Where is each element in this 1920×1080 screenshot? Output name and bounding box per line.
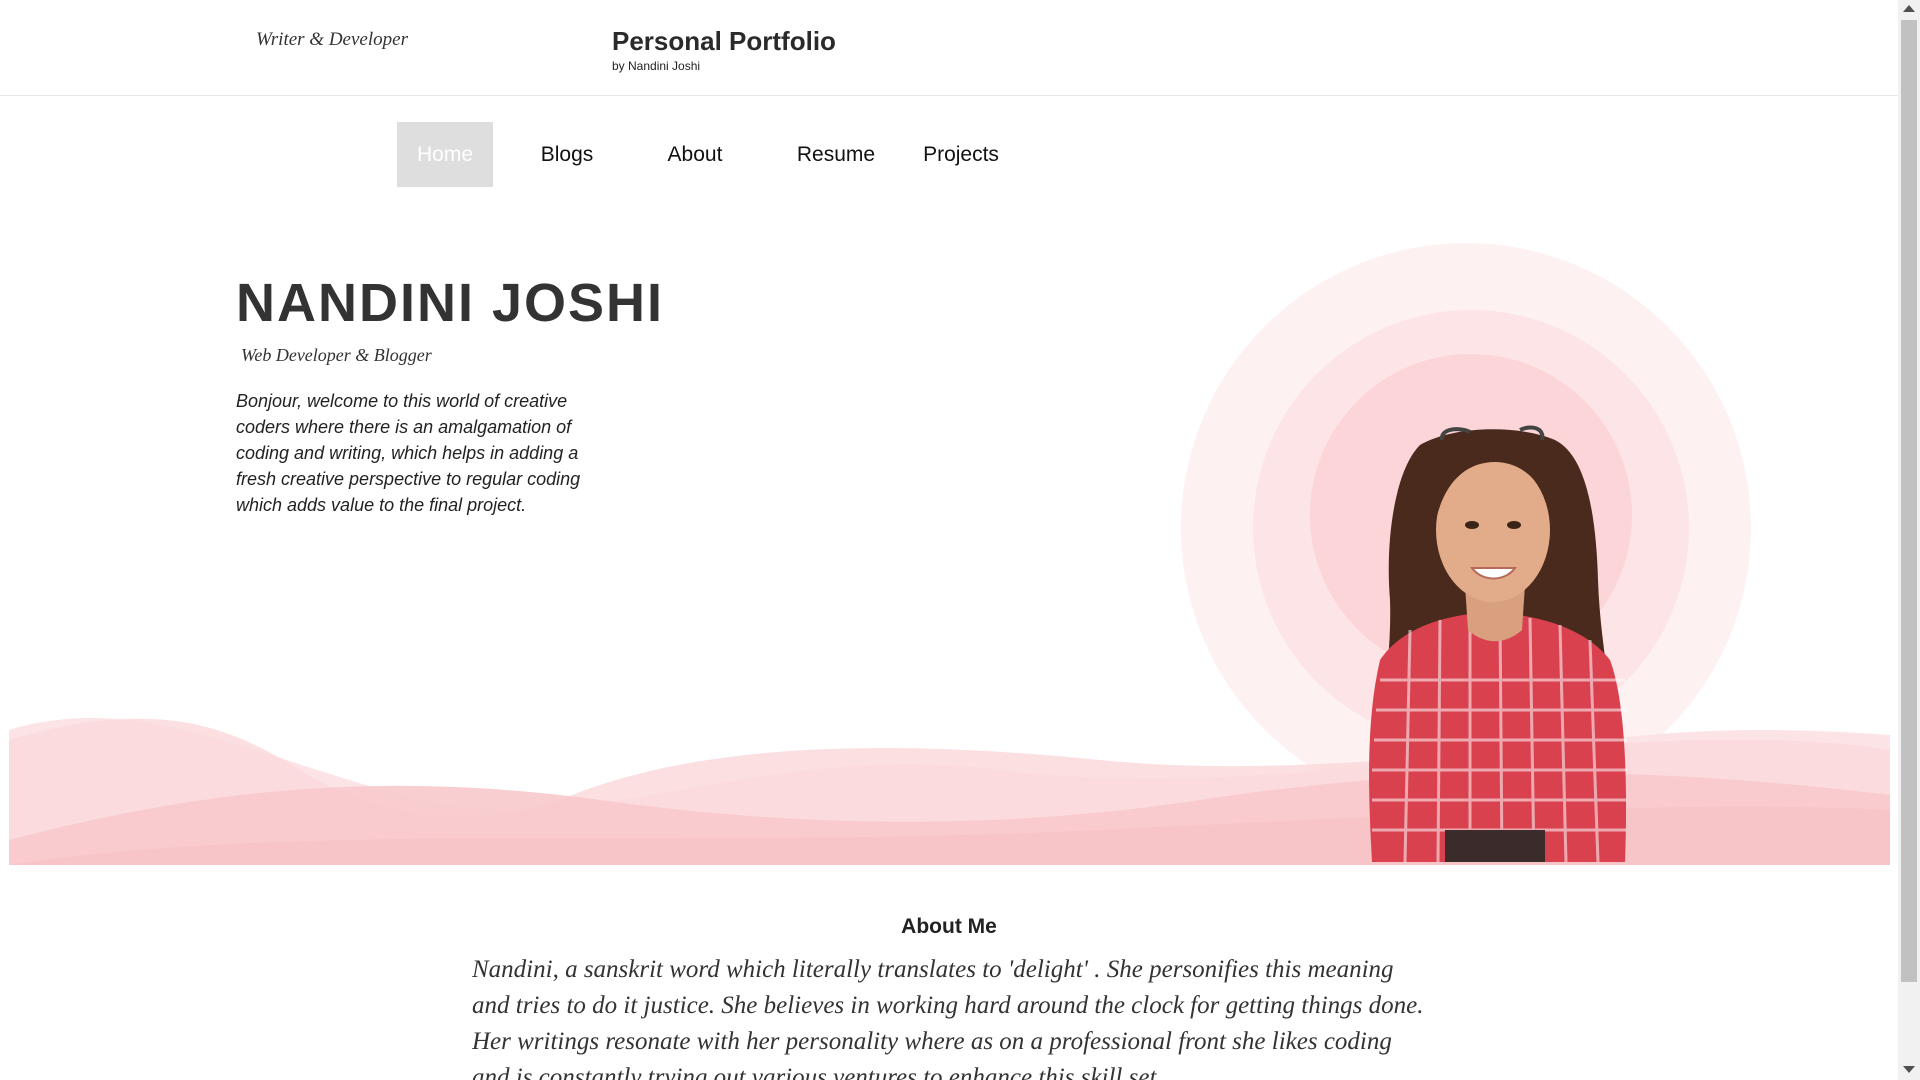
about-heading: About Me [901,915,997,938]
site-tagline: Writer & Developer [256,29,408,50]
portrait [1369,425,1627,863]
about-text: Nandini, a sanskrit word which literally… [472,956,1424,1080]
scroll-down-arrow-icon[interactable] [1903,1066,1915,1073]
site-header: Writer & Developer Personal Portfolio by… [0,0,1898,96]
wave-middle [9,718,1890,865]
nav-item-resume[interactable]: Resume [796,122,876,187]
nav-item-about[interactable]: About [660,122,730,187]
hero-intro: Bonjour, welcome to this world of creati… [236,391,581,515]
nav-item-blogs[interactable]: Blogs [531,122,603,187]
nav-item-projects[interactable]: Projects [921,122,1001,187]
hero-name: NANDINI JOSHI [236,273,665,333]
wave-front [9,772,1890,865]
nav-item-home[interactable]: Home [397,122,493,187]
hero-circle-inner [1310,354,1632,676]
hero-role: Web Developer & Blogger [241,345,432,365]
scrollbar-thumb[interactable] [1901,20,1917,982]
hero-circle-middle [1253,310,1689,746]
page-scrollbar[interactable] [1898,0,1920,1080]
wave-base [9,806,1890,865]
site-title[interactable]: Personal Portfolio [612,26,836,57]
hero-circle-outer [1181,243,1751,813]
scroll-up-arrow-icon[interactable] [1903,5,1915,12]
wave-back [9,718,1890,865]
site-byline: by Nandini Joshi [612,59,701,73]
